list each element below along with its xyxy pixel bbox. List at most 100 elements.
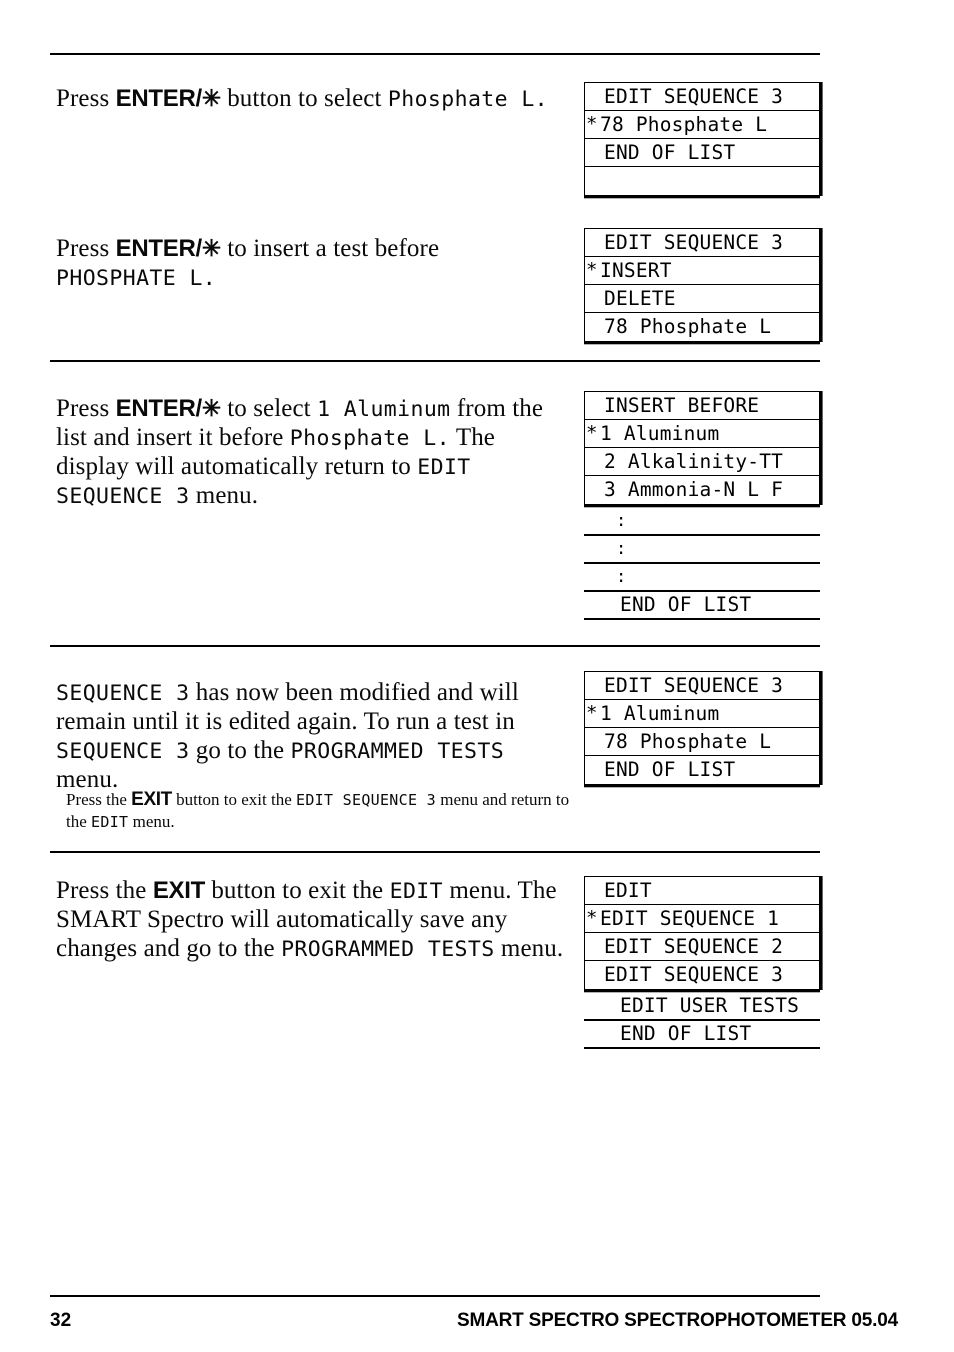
manual-page: Press ENTER/✳ button to select Phosphate… (0, 0, 954, 1352)
lcd-row: END OF LIST (584, 592, 820, 620)
lcd-row-marker: * (586, 113, 598, 135)
lcd-row (585, 167, 819, 195)
lcd-row: 78 Phosphate L (585, 728, 819, 756)
paragraph-text-rest-4: menu. (189, 482, 259, 509)
asterisk-icon: ✳ (201, 85, 221, 111)
enter-key-label: ENTER (115, 395, 196, 422)
exit-key-label: EXIT (152, 877, 205, 904)
lcd-row-label: END OF LIST (620, 593, 752, 617)
section-divider-2 (50, 645, 820, 647)
lcd-display-edit-menu: EDIT * EDIT SEQUENCE 1 EDIT SEQUENCE 2 E… (584, 876, 820, 990)
paragraph-text-press: Press the (56, 877, 153, 904)
lcd-row-label: INSERT BEFORE (604, 393, 760, 417)
note-paragraph-exit-sequence: Press the EXIT button to exit the EDIT S… (66, 789, 576, 832)
instruction-paragraph-select-aluminum: Press ENTER/✳ to select 1 Aluminum from … (56, 394, 556, 510)
lcd-row-label: 1 Aluminum (600, 421, 720, 445)
paragraph-text-rest: button to select (220, 85, 388, 112)
lcd-row-label: 2 Alkalinity-TT (604, 449, 784, 473)
lcd-row: 3 Ammonia-N L F (585, 476, 819, 504)
paragraph-text-rest: to insert a test before (220, 235, 440, 262)
instruction-paragraph-select-phosphate: Press ENTER/✳ button to select Phosphate… (56, 84, 576, 113)
lcd-row: * 78 Phosphate L (585, 111, 819, 139)
lcd-display-edit-sequence-3-modified: EDIT SEQUENCE 3 * 1 Aluminum 78 Phosphat… (584, 671, 820, 785)
lcd-row: * INSERT (585, 257, 819, 285)
footer-title: SMART SPECTRO SPECTROPHOTOMETER 05.04 (457, 1310, 898, 1331)
lcd-inline-edit: EDIT (91, 812, 129, 831)
lcd-row-label: END OF LIST (604, 758, 736, 782)
section-divider-1 (50, 360, 820, 362)
enter-key-label: ENTER (115, 85, 196, 112)
lcd-row: END OF LIST (585, 139, 819, 167)
lcd-row: END OF LIST (584, 1021, 820, 1049)
lcd-inline-programmed-tests: PROGRAMMED TESTS (281, 937, 495, 962)
lcd-row-marker: * (586, 907, 598, 929)
lcd-row: DELETE (585, 285, 819, 313)
lcd-row: * EDIT SEQUENCE 1 (585, 905, 819, 933)
lcd-row-label: EDIT USER TESTS (620, 994, 800, 1018)
lcd-display-edit-sequence-3-a: EDIT SEQUENCE 3 * 78 Phosphate L END OF … (584, 82, 820, 196)
lcd-row: EDIT SEQUENCE 3 (585, 83, 819, 111)
lcd-row-label: 78 Phosphate L (600, 112, 768, 136)
paragraph-text-press: Press (56, 395, 116, 422)
lcd-inline-edit-sequence-3: EDIT SEQUENCE 3 (296, 791, 436, 809)
lcd-row-label: 1 Aluminum (600, 701, 720, 725)
paragraph-text-press: Press (56, 235, 116, 262)
section-divider-3 (50, 851, 820, 853)
lcd-row-label: END OF LIST (604, 140, 736, 164)
lcd-row-label: 78 Phosphate L (604, 729, 772, 753)
lcd-row-label: EDIT SEQUENCE 3 (604, 84, 784, 108)
lcd-ellipsis-marker: : (616, 510, 627, 531)
paragraph-text-rest-2: go to the (189, 737, 291, 764)
lcd-row-label: EDIT SEQUENCE 3 (604, 230, 784, 254)
lcd-display-insert-before: INSERT BEFORE * 1 Aluminum 2 Alkalinity-… (584, 391, 820, 505)
lcd-row-label: 78 Phosphate L (604, 315, 772, 339)
lcd-row: EDIT SEQUENCE 3 (585, 961, 819, 989)
lcd-row-label: INSERT (600, 258, 672, 282)
lcd-row: INSERT BEFORE (585, 392, 819, 420)
lcd-row-label: 3 Ammonia-N L F (604, 478, 784, 502)
lcd-inline-programmed-tests: PROGRAMMED TESTS (290, 739, 505, 764)
lcd-inline-phosphate: Phosphate L. (387, 87, 549, 112)
lcd-display-edit-menu-continuation: EDIT USER TESTS END OF LIST (584, 993, 820, 1049)
lcd-row: 2 Alkalinity-TT (585, 448, 819, 476)
header-rule (50, 53, 820, 55)
lcd-display-edit-sequence-3-insert: EDIT SEQUENCE 3 * INSERT DELETE 78 Phosp… (584, 228, 820, 342)
asterisk-icon: ✳ (201, 395, 221, 421)
lcd-row: EDIT SEQUENCE 2 (585, 933, 819, 961)
lcd-row-label: EDIT SEQUENCE 1 (600, 906, 780, 930)
lcd-row: : (584, 508, 820, 536)
lcd-ellipsis-marker: : (616, 538, 627, 559)
lcd-row-label: EDIT (604, 878, 652, 902)
lcd-row: 78 Phosphate L (585, 313, 819, 341)
instruction-paragraph-sequence-modified: SEQUENCE 3 has now been modified and wil… (56, 678, 556, 794)
lcd-inline-sequence-3: SEQUENCE 3 (56, 681, 190, 706)
lcd-display-insert-before-continuation: : : : END OF LIST (584, 508, 820, 620)
lcd-row-label: DELETE (604, 286, 676, 310)
paragraph-text-rest-3: menu. (494, 935, 564, 962)
instruction-paragraph-exit-edit: Press the EXIT button to exit the EDIT m… (56, 876, 576, 963)
lcd-row-label: EDIT SEQUENCE 3 (604, 963, 784, 987)
lcd-row: EDIT SEQUENCE 3 (585, 672, 819, 700)
lcd-row: EDIT (585, 877, 819, 905)
lcd-inline-aluminum: 1 Aluminum (317, 397, 451, 422)
lcd-row: EDIT SEQUENCE 3 (585, 229, 819, 257)
lcd-inline-edit: EDIT (389, 879, 443, 904)
exit-key-label: EXIT (131, 789, 172, 810)
note-text-rest: button to exit the (171, 790, 296, 809)
lcd-row: : (584, 564, 820, 592)
instruction-paragraph-insert-test: Press ENTER/✳ to insert a test before PHO… (56, 234, 556, 292)
lcd-row: * 1 Aluminum (585, 700, 819, 728)
note-text-rest-3: menu. (128, 811, 175, 831)
lcd-row-label: EDIT SEQUENCE 2 (604, 934, 784, 958)
lcd-inline-sequence-3-b: SEQUENCE 3 (56, 739, 190, 764)
paragraph-text-rest: to select (220, 395, 318, 422)
lcd-ellipsis-marker: : (616, 566, 627, 587)
lcd-row: : (584, 536, 820, 564)
lcd-row: END OF LIST (585, 756, 819, 784)
page-number: 32 (50, 1310, 72, 1331)
lcd-row-marker: * (586, 259, 598, 281)
lcd-row-label: EDIT SEQUENCE 3 (604, 673, 784, 697)
lcd-row: EDIT USER TESTS (584, 993, 820, 1021)
lcd-inline-phosphate-upper: PHOSPHATE L. (56, 266, 217, 291)
paragraph-text-rest: button to exit the (204, 877, 390, 904)
